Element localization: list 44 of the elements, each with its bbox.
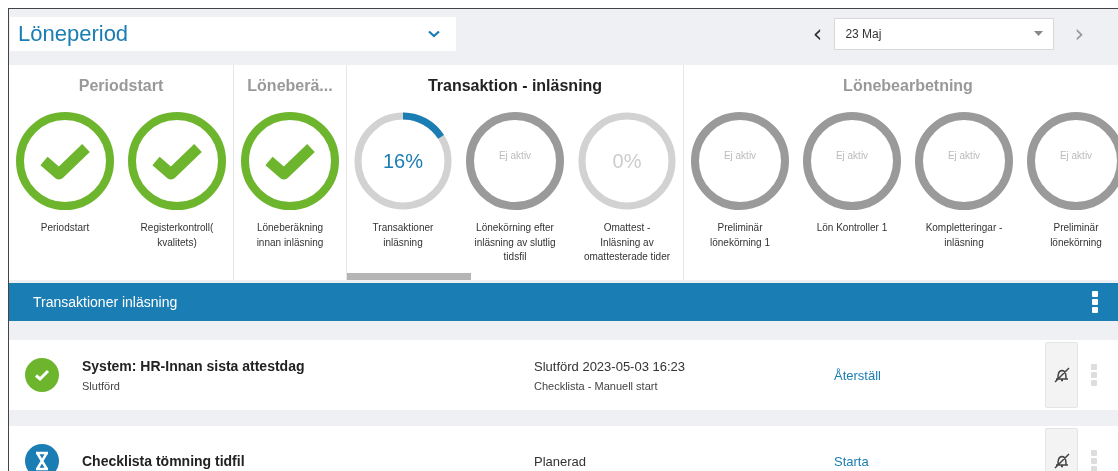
- task-title: Checklista tömning tidfil: [82, 453, 246, 469]
- check-circle-icon: [25, 358, 59, 392]
- status-text: Ej aktiv: [946, 149, 982, 161]
- period-select[interactable]: Löneperiod: [10, 16, 456, 51]
- phase-title: Periodstart: [77, 76, 165, 96]
- status-text: Ej aktiv: [722, 149, 758, 161]
- phase-title: Lönebearbetning: [842, 76, 974, 96]
- step-label: Lön Kontroller 1: [816, 221, 888, 235]
- task-state: Planerad: [534, 453, 588, 469]
- caret-icon: [1034, 31, 1044, 36]
- more-icon[interactable]: [1092, 291, 1098, 313]
- section-title: Transaktioner inläsning: [33, 294, 178, 310]
- bell-off-icon: [1052, 452, 1071, 470]
- status-text: Ej aktiv: [497, 149, 533, 161]
- bell-off-button[interactable]: [1045, 342, 1078, 408]
- step-label: Registerkontroll( kvalitets): [139, 221, 215, 250]
- step-label: Transaktioner inläsning: [371, 221, 435, 250]
- task-title: System: HR-Innan sista attestdag: [82, 358, 306, 374]
- status-text: Ej aktiv: [1058, 149, 1094, 161]
- step-label: Lönekörning efter inläsning av slutlig tidsfil: [473, 221, 557, 264]
- bell-off-icon: [1052, 366, 1071, 384]
- task-state: Slutförd 2023-05-03 16:23: [534, 358, 687, 374]
- check-circle-icon[interactable]: [15, 111, 115, 211]
- phase-title: Transaktion - inläsning: [426, 76, 604, 96]
- step-label: Löneberäkning innan inläsning: [255, 221, 325, 250]
- check-circle-icon[interactable]: [240, 111, 340, 211]
- check-circle-icon[interactable]: [127, 111, 227, 211]
- previous-button[interactable]: ‹: [808, 19, 827, 48]
- task-status: Slutförd: [82, 380, 121, 392]
- progress-percent: 16%: [382, 149, 424, 173]
- chevron-down-icon: [428, 29, 440, 38]
- action-link[interactable]: Starta: [834, 453, 1045, 469]
- date-select[interactable]: 23 Maj: [834, 17, 1055, 50]
- next-button[interactable]: ›: [1070, 19, 1088, 48]
- step-label: Preliminär lönekörning: [1049, 221, 1103, 250]
- step-label: Kompletteringar - inläsning: [924, 221, 1004, 250]
- step-label: Omattest - Inläsning av omattesterade tider: [583, 221, 671, 264]
- phase-title: Löneberä...: [246, 76, 334, 96]
- action-link[interactable]: Återställ: [834, 367, 1045, 383]
- step-label: Preliminär lönekörning 1: [708, 221, 771, 250]
- status-text: Ej aktiv: [834, 149, 870, 161]
- progress-ring[interactable]: [353, 111, 453, 211]
- step-label: Periodstart: [40, 221, 90, 235]
- task-type: Checklista - Manuell start: [534, 379, 659, 392]
